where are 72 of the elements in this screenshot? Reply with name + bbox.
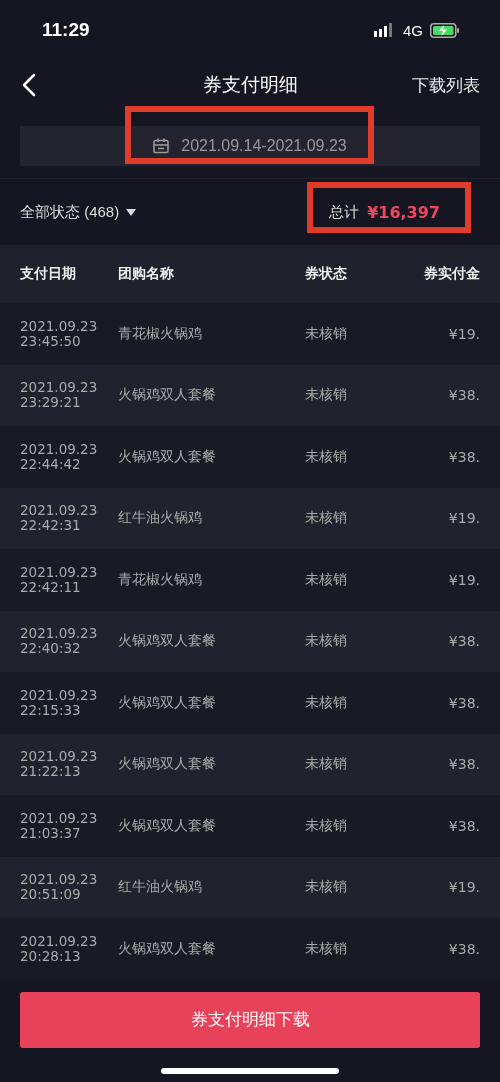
total-amount: ¥16,397 bbox=[367, 202, 440, 222]
network-label: 4G bbox=[403, 21, 423, 39]
total-label: 总计 bbox=[329, 202, 360, 222]
table-cell-text: ¥38. bbox=[447, 448, 480, 465]
clock-time: 11:29 bbox=[42, 19, 90, 41]
table-cell-text: 未核销 bbox=[305, 816, 348, 835]
table-cell-text: 未核销 bbox=[305, 386, 348, 405]
table-cell-text: 未核销 bbox=[305, 447, 348, 466]
date-cell-text: 2021.09.23 bbox=[20, 933, 99, 949]
time-cell-text: 20:28:13 bbox=[20, 948, 82, 964]
table-cell-text: ¥38. bbox=[447, 694, 480, 711]
time-cell-text: 22:42:31 bbox=[20, 518, 82, 534]
table-cell-text: ¥38. bbox=[447, 633, 480, 650]
table-cell-text: 青花椒火锅鸡 bbox=[118, 324, 203, 343]
column-header: 支付日期 bbox=[20, 265, 77, 283]
caret-icon bbox=[126, 208, 137, 216]
table-cell-text: ¥19. bbox=[447, 510, 480, 527]
table-cell-text: 未核销 bbox=[305, 324, 348, 343]
download-button[interactable]: 券支付明细下载 bbox=[20, 991, 480, 1048]
table-cell-text: 未核销 bbox=[305, 509, 348, 528]
date-cell-text: 2021.09.23 bbox=[20, 441, 99, 457]
date-cell-text: 2021.09.23 bbox=[20, 564, 99, 580]
column-header: 券实付金 bbox=[423, 265, 480, 283]
table-cell-text: 红牛油火锅鸡 bbox=[118, 509, 203, 528]
table-cell-text: 火锅鸡双人套餐 bbox=[118, 447, 217, 466]
date-cell-text: 2021.09.23 bbox=[20, 749, 99, 765]
time-cell-text: 23:45:50 bbox=[20, 333, 82, 349]
table-cell-text: 火锅鸡双人套餐 bbox=[118, 693, 217, 712]
battery-icon bbox=[430, 22, 460, 38]
date-cell-text: 2021.09.23 bbox=[20, 810, 99, 826]
back-button[interactable] bbox=[22, 73, 36, 97]
table-cell-text: ¥38. bbox=[447, 387, 480, 404]
table-cell-text: ¥19. bbox=[447, 879, 480, 896]
calendar-icon bbox=[153, 138, 170, 154]
date-cell-text: 2021.09.23 bbox=[20, 318, 99, 334]
table-cell-text: ¥19. bbox=[447, 571, 480, 588]
table-cell-text: 火锅鸡双人套餐 bbox=[118, 755, 217, 774]
time-cell-text: 22:15:33 bbox=[20, 702, 82, 718]
time-cell-text: 21:03:37 bbox=[20, 825, 82, 841]
table-cell-text: ¥38. bbox=[447, 940, 480, 957]
table-cell-text: 未核销 bbox=[305, 878, 348, 897]
date-cell-text: 2021.09.23 bbox=[20, 503, 99, 519]
time-cell-text: 23:29:21 bbox=[20, 395, 82, 411]
status-filter-dropdown[interactable]: 全部状态 (468) bbox=[20, 202, 137, 222]
date-range-picker[interactable]: 2021.09.14-2021.09.23 bbox=[20, 126, 480, 166]
table-cell-text: ¥38. bbox=[447, 756, 480, 773]
table-cell-text: 火锅鸡双人套餐 bbox=[118, 386, 217, 405]
table-cell-text: ¥38. bbox=[447, 817, 480, 834]
date-cell-text: 2021.09.23 bbox=[20, 687, 99, 703]
table-cell-text: 火锅鸡双人套餐 bbox=[118, 939, 217, 958]
time-cell-text: 22:42:11 bbox=[20, 579, 82, 595]
table-cell-text: 未核销 bbox=[305, 939, 348, 958]
date-cell-text: 2021.09.23 bbox=[20, 626, 99, 642]
date-cell-text: 2021.09.23 bbox=[20, 380, 99, 396]
table-cell-text: 火锅鸡双人套餐 bbox=[118, 632, 217, 651]
table-cell-text: 未核销 bbox=[305, 755, 348, 774]
time-cell-text: 22:40:32 bbox=[20, 641, 82, 657]
column-header: 团购名称 bbox=[118, 265, 175, 283]
time-cell-text: 20:51:09 bbox=[20, 887, 82, 903]
table-cell-text: 火锅鸡双人套餐 bbox=[118, 816, 217, 835]
table-cell-text: 未核销 bbox=[305, 693, 348, 712]
table-cell-text: ¥19. bbox=[447, 325, 480, 342]
table-cell-text: 未核销 bbox=[305, 570, 348, 589]
date-cell-text: 2021.09.23 bbox=[20, 872, 99, 888]
table-cell-text: 红牛油火锅鸡 bbox=[118, 878, 203, 897]
time-cell-text: 22:44:42 bbox=[20, 456, 82, 472]
download-list-link[interactable]: 下载列表 bbox=[412, 73, 480, 97]
time-cell-text: 21:22:13 bbox=[20, 764, 82, 780]
table-cell-text: 未核销 bbox=[305, 632, 348, 651]
column-header: 券状态 bbox=[305, 265, 348, 283]
page-title: 券支付明细 bbox=[202, 72, 298, 97]
table-cell-text: 青花椒火锅鸡 bbox=[118, 570, 203, 589]
